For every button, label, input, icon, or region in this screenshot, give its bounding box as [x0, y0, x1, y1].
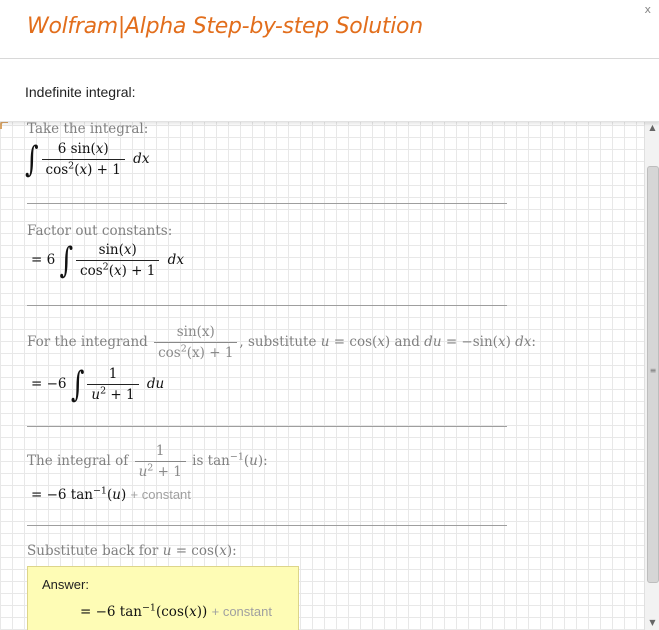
constant-term: + constant	[130, 487, 191, 502]
integrand-fraction: sin(x) cos2(x) + 1	[76, 242, 160, 279]
answer-math: = −6 tan−1(cos(x)) + constant	[80, 602, 272, 620]
answer-label: Answer:	[42, 577, 89, 592]
step-divider	[27, 203, 507, 204]
query-type-bar: Indefinite integral:	[0, 59, 659, 122]
step-2-label: Factor out constants:	[27, 223, 173, 239]
scroll-down-icon[interactable]: ▼	[645, 616, 659, 630]
step-3-math: = −6 ∫ 1 u2 + 1 du	[31, 364, 165, 405]
app-header: Wolfram|Alpha Step-by-step Solution x	[0, 0, 659, 58]
scrollbar-thumb[interactable]: ≡	[647, 166, 659, 583]
step-2-math: = 6 ∫ sin(x) cos2(x) + 1 dx	[31, 240, 184, 281]
step-1-math: ∫ 6 sin(x) cos2(x) + 1 dx	[25, 139, 150, 180]
step-4-math: = −6 tan−1(u) + constant	[31, 485, 191, 503]
step-4-label: The integral of 1 u2 + 1 is tan−1(u):	[27, 443, 268, 480]
step-divider	[27, 426, 507, 427]
close-icon[interactable]: x	[644, 3, 651, 16]
step-3-label: For the integrand sin(x) cos2(x) + 1, sub…	[27, 324, 536, 361]
solution-panel: Take the integral: ∫ 6 sin(x) cos2(x) + 1 …	[0, 121, 644, 630]
step-divider	[27, 305, 507, 306]
integrand-fraction: 1 u2 + 1	[87, 366, 139, 403]
query-type-label: Indefinite integral:	[25, 84, 136, 100]
integrand-fraction: sin(x) cos2(x) + 1	[154, 324, 238, 361]
integrand-fraction: 6 sin(x) cos2(x) + 1	[41, 141, 125, 178]
constant-term: + constant	[211, 604, 272, 619]
grip-icon: ≡	[649, 366, 657, 375]
step-divider	[27, 525, 507, 526]
app-title: Wolfram|Alpha Step-by-step Solution	[27, 14, 423, 39]
scroll-up-icon[interactable]: ▲	[645, 121, 659, 135]
integrand-fraction: 1 u2 + 1	[134, 443, 186, 480]
vertical-scrollbar[interactable]: ▲ ≡ ▼	[644, 121, 659, 630]
answer-box: Answer: = −6 tan−1(cos(x)) + constant	[27, 566, 299, 630]
corner-decoration	[0, 121, 8, 129]
step-1-label: Take the integral:	[27, 121, 149, 137]
step-5-label: Substitute back for u = cos(x):	[27, 543, 237, 559]
